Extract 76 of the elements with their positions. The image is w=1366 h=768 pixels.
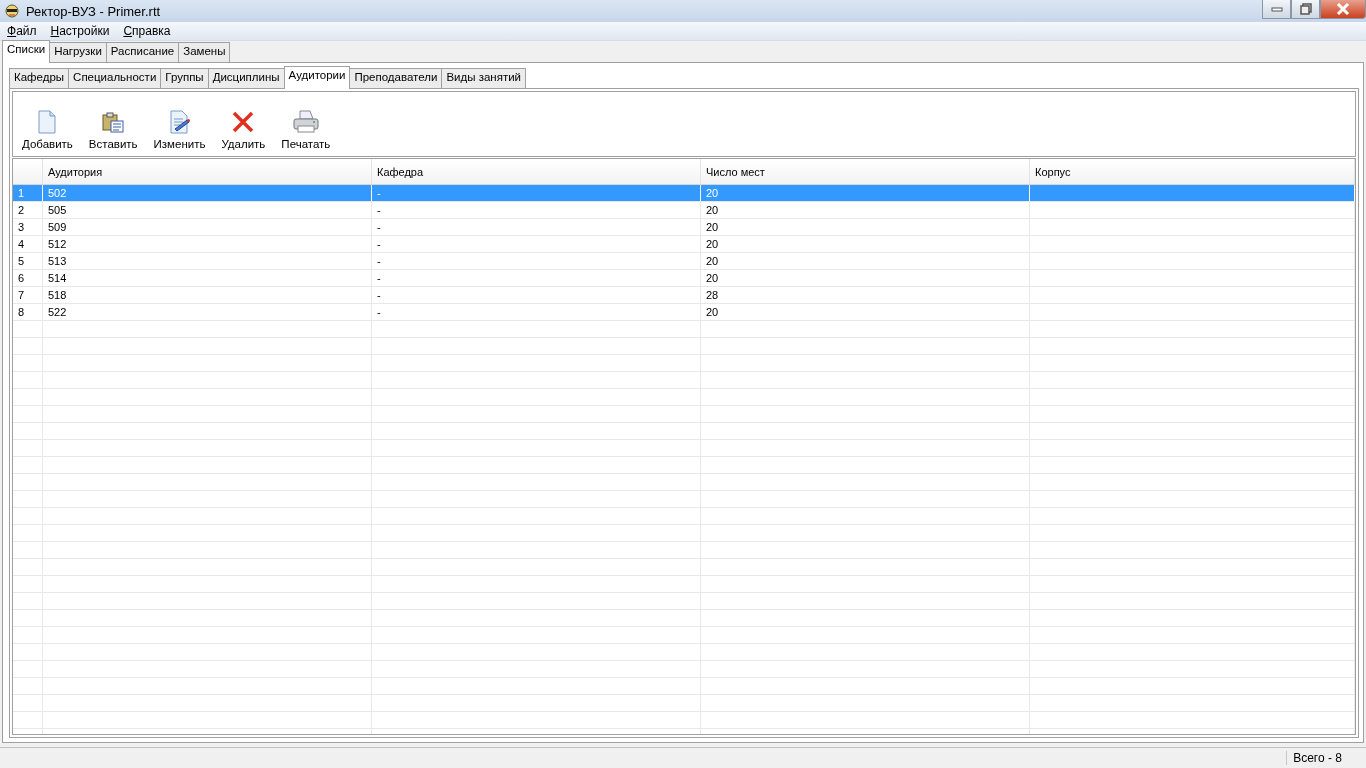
column-header[interactable]: Кафедра	[372, 159, 701, 184]
column-header[interactable]: Аудитория	[43, 159, 372, 184]
table-cell: 514	[43, 270, 372, 286]
table-cell: 20	[701, 253, 1030, 269]
tab[interactable]: Замены	[178, 42, 231, 62]
table-cell: 20	[701, 185, 1030, 201]
printer-icon	[292, 110, 319, 134]
close-button[interactable]	[1320, 0, 1366, 19]
close-icon	[1336, 3, 1350, 15]
table-row[interactable]: 2 505 - 20	[13, 202, 1355, 219]
tab[interactable]: Специальности	[68, 68, 162, 88]
minimize-icon	[1270, 6, 1283, 12]
row-number: 7	[13, 287, 43, 303]
column-header[interactable]: Корпус	[1030, 159, 1355, 184]
table-cell: 502	[43, 185, 372, 201]
table-row[interactable]: 6 514 - 20	[13, 270, 1355, 287]
toolbar-button[interactable]: Добавить	[17, 109, 78, 150]
tab[interactable]: Дисциплины	[207, 68, 285, 88]
app-logo-icon	[4, 3, 20, 19]
tab[interactable]: Группы	[160, 68, 209, 88]
window-title: Ректор-ВУЗ - Primer.rtt	[26, 3, 162, 19]
table-row[interactable]: 8 522 - 20	[13, 304, 1355, 321]
column-header[interactable]: Число мест	[701, 159, 1030, 184]
row-number: 4	[13, 236, 43, 252]
table-cell: -	[372, 202, 701, 218]
table-cell: 20	[701, 270, 1030, 286]
table-cell: 512	[43, 236, 372, 252]
menu-item[interactable]: Настройки	[43, 24, 117, 38]
clipboard-icon	[102, 111, 125, 133]
toolbar-button[interactable]: Вставить	[83, 109, 143, 150]
table-cell: 28	[701, 287, 1030, 303]
table-cell: -	[372, 253, 701, 269]
table-cell: 518	[43, 287, 372, 303]
table-cell: -	[372, 270, 701, 286]
toolbar-button[interactable]: Печатать	[276, 109, 336, 150]
table-cell: -	[372, 236, 701, 252]
table-cell: 20	[701, 202, 1030, 218]
row-number: 1	[13, 185, 43, 201]
menu-item[interactable]: Файл	[0, 24, 44, 38]
tab[interactable]: Списки	[2, 40, 51, 63]
tab[interactable]: Аудитории	[283, 66, 351, 89]
table-cell: -	[372, 287, 701, 303]
document-icon	[37, 110, 58, 134]
tab[interactable]: Кафедры	[9, 68, 70, 88]
toolbar-button[interactable]: Изменить	[148, 109, 211, 150]
table-row[interactable]: 4 512 - 20	[13, 236, 1355, 253]
tab[interactable]: Виды занятий	[441, 68, 526, 88]
tab[interactable]: Расписание	[105, 42, 180, 62]
document-pencil-icon	[168, 110, 191, 134]
table-cell: -	[372, 185, 701, 201]
table-cell: -	[372, 304, 701, 320]
cross-icon	[232, 111, 255, 133]
table-cell: 505	[43, 202, 372, 218]
menu-item[interactable]: Справка	[116, 24, 178, 38]
row-number: 5	[13, 253, 43, 269]
table-cell: 513	[43, 253, 372, 269]
restore-icon	[1299, 3, 1312, 15]
table-cell: 20	[701, 219, 1030, 235]
table-row[interactable]: 7 518 - 28	[13, 287, 1355, 304]
table-cell: 522	[43, 304, 372, 320]
status-text: Всего - 8	[1286, 751, 1366, 765]
row-number: 6	[13, 270, 43, 286]
table-row[interactable]: 5 513 - 20	[13, 253, 1355, 270]
row-number: 2	[13, 202, 43, 218]
minimize-button[interactable]	[1262, 0, 1291, 19]
table-cell: -	[372, 219, 701, 235]
restore-button[interactable]	[1291, 0, 1320, 19]
tab[interactable]: Нагрузки	[49, 42, 107, 62]
row-number: 8	[13, 304, 43, 320]
table-cell: 509	[43, 219, 372, 235]
table-row[interactable]: 3 509 - 20	[13, 219, 1355, 236]
toolbar-button[interactable]: Удалить	[216, 109, 271, 150]
tab[interactable]: Преподаватели	[349, 68, 443, 88]
row-number: 3	[13, 219, 43, 235]
table-cell: 20	[701, 236, 1030, 252]
table-cell: 20	[701, 304, 1030, 320]
